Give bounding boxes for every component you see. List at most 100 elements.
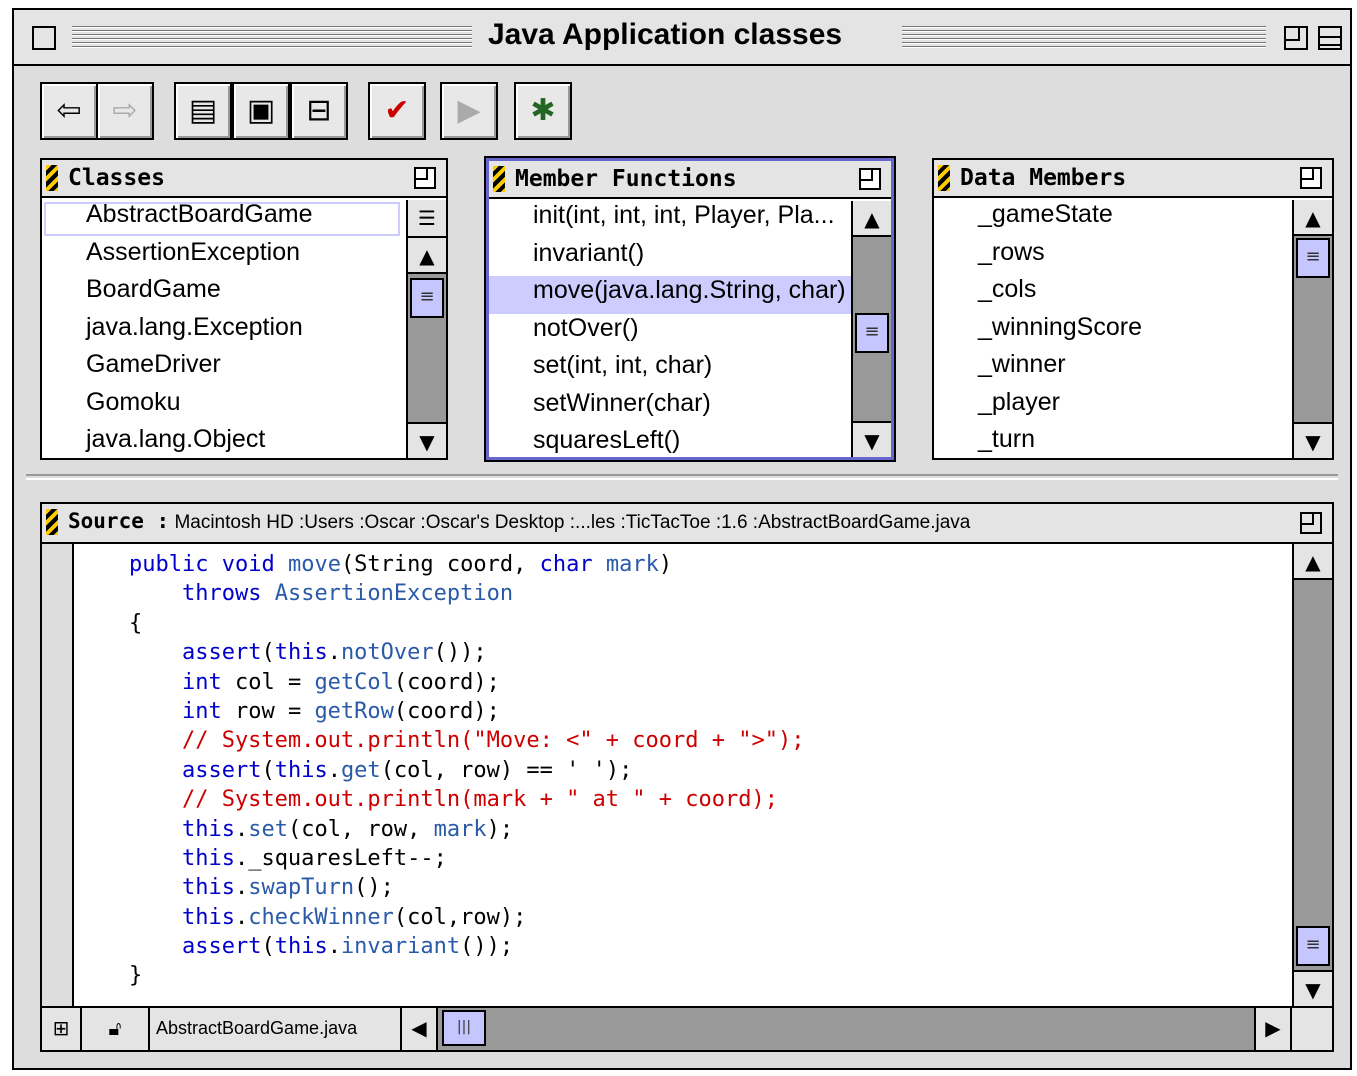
scroll-left-arrow-icon[interactable]: ◀ bbox=[402, 1008, 438, 1050]
classes-title: Classes bbox=[68, 165, 165, 191]
code-line: public void move(String coord, char mark… bbox=[128, 552, 673, 577]
scroll-thumb[interactable]: ≡ bbox=[1296, 238, 1330, 278]
list-item[interactable]: AssertionException bbox=[42, 238, 406, 276]
bug-button[interactable]: ✱ bbox=[514, 82, 572, 140]
code-line: this._squaresLeft--; bbox=[181, 845, 447, 871]
sort-icon[interactable]: ☰ bbox=[408, 200, 446, 238]
list-item[interactable]: java.lang.Exception bbox=[42, 313, 406, 351]
list-item[interactable]: AbstractBoardGame bbox=[42, 200, 402, 238]
source-scrollbar[interactable]: ▲ ≡ ▼ bbox=[1292, 544, 1332, 1006]
list-item[interactable]: GameDriver bbox=[42, 350, 406, 388]
classes-header: Classes bbox=[42, 160, 446, 198]
code-line: assert(this.invariant()); bbox=[181, 934, 514, 960]
list-item[interactable]: _gameState bbox=[934, 200, 1292, 238]
window-title: Java Application classes bbox=[478, 18, 853, 52]
scroll-down-arrow-icon[interactable]: ▼ bbox=[408, 422, 446, 458]
list-item[interactable]: set(int, int, char) bbox=[489, 351, 851, 389]
horizontal-scrollbar[interactable]: ◀ ||| ▶ bbox=[402, 1008, 1290, 1050]
list-item[interactable]: _winner bbox=[934, 350, 1292, 388]
pane-zoom-icon[interactable] bbox=[859, 168, 881, 190]
data-members-list[interactable]: _gameState _rows _cols _winningScore _wi… bbox=[934, 200, 1292, 458]
data-members-pane: Data Members _gameState _rows _cols _win… bbox=[932, 158, 1334, 460]
code-line: assert(this.notOver()); bbox=[181, 640, 487, 666]
member-functions-list[interactable]: init(int, int, int, Player, Pla... invar… bbox=[489, 201, 851, 457]
list-item[interactable]: _cols bbox=[934, 275, 1292, 313]
scroll-up-arrow-icon[interactable]: ▲ bbox=[853, 201, 891, 237]
classes-pane: Classes AbstractBoardGame AssertionExcep… bbox=[40, 158, 448, 460]
list-item[interactable]: _rows bbox=[934, 238, 1292, 276]
scroll-down-arrow-icon[interactable]: ▼ bbox=[853, 421, 891, 457]
list-item[interactable]: setWinner(char) bbox=[489, 389, 851, 427]
list-item[interactable]: BoardGame bbox=[42, 275, 406, 313]
collapse-box[interactable] bbox=[1318, 26, 1342, 50]
browser-window: Java Application classes ⇦ ⇨ ▤ ▣ ⊟ ✔ ▶ ✱… bbox=[12, 8, 1352, 1070]
classes-scrollbar[interactable]: ☰ ▲ ≡ ▼ bbox=[406, 200, 446, 458]
code-line: assert(this.get(col, row) == ' '); bbox=[181, 757, 633, 783]
data-members-scrollbar[interactable]: ▲ ≡ ▼ bbox=[1292, 200, 1332, 458]
pane-splitter[interactable] bbox=[26, 474, 1338, 480]
source-label: Source : bbox=[68, 509, 170, 533]
scroll-up-arrow-icon[interactable]: ▲ bbox=[1294, 544, 1332, 580]
split-view-icon[interactable]: ⊞ bbox=[42, 1008, 82, 1050]
source-path: Macintosh HD :Users :Oscar :Oscar's Desk… bbox=[174, 512, 971, 533]
file-tab[interactable]: AbstractBoardGame.java bbox=[150, 1008, 402, 1050]
pane-zoom-icon[interactable] bbox=[1300, 512, 1322, 534]
scroll-thumb[interactable]: ≡ bbox=[855, 313, 889, 353]
member-functions-title: Member Functions bbox=[515, 166, 737, 192]
scroll-down-arrow-icon[interactable]: ▼ bbox=[1294, 970, 1332, 1006]
classes-list[interactable]: AbstractBoardGame AssertionException Boa… bbox=[42, 200, 406, 458]
list-item[interactable]: squaresLeft() bbox=[489, 426, 851, 457]
list-item[interactable]: invariant() bbox=[489, 239, 851, 277]
list-item[interactable]: Gomoku bbox=[42, 388, 406, 426]
record-icon: ▶ bbox=[457, 93, 481, 128]
source-gutter bbox=[42, 544, 74, 1006]
member-functions-scrollbar[interactable]: ▲ ≡ ▼ bbox=[851, 201, 891, 457]
pane-zoom-icon[interactable] bbox=[1300, 167, 1322, 189]
forward-button[interactable]: ⇨ bbox=[96, 82, 154, 140]
list-item[interactable]: init(int, int, int, Player, Pla... bbox=[489, 201, 851, 239]
scroll-thumb[interactable]: ≡ bbox=[410, 278, 444, 318]
pane-grip-icon[interactable] bbox=[493, 166, 505, 192]
scroll-down-arrow-icon[interactable]: ▼ bbox=[1294, 422, 1332, 458]
source-pane: Source : Macintosh HD :Users :Oscar :Osc… bbox=[40, 502, 1334, 1052]
pane-grip-icon[interactable] bbox=[46, 509, 58, 535]
data-members-header: Data Members bbox=[934, 160, 1332, 198]
class-browser-icon: ▤ bbox=[188, 93, 218, 128]
member-functions-header: Member Functions bbox=[489, 161, 891, 199]
hierarchy-button[interactable]: ▣ bbox=[232, 82, 290, 140]
code-line: // System.out.println("Move: <" + coord … bbox=[76, 728, 805, 754]
arrow-left-icon: ⇦ bbox=[56, 93, 82, 128]
scroll-thumb[interactable]: ≡ bbox=[1296, 926, 1330, 966]
pane-grip-icon[interactable] bbox=[938, 165, 950, 191]
class-browser-button[interactable]: ▤ bbox=[174, 82, 232, 140]
layout-icon: ⊟ bbox=[306, 93, 332, 128]
pane-grip-icon[interactable] bbox=[46, 165, 58, 191]
bug-icon: ✱ bbox=[530, 93, 556, 128]
horizontal-scroll-thumb[interactable]: ||| bbox=[442, 1010, 486, 1046]
list-item[interactable]: java.lang.Object bbox=[42, 425, 406, 458]
code-line: int row = getRow(coord); bbox=[181, 698, 500, 724]
resize-grip-icon[interactable] bbox=[1290, 1006, 1332, 1050]
member-functions-pane: Member Functions init(int, int, int, Pla… bbox=[486, 158, 894, 460]
back-button[interactable]: ⇦ bbox=[40, 82, 98, 140]
scroll-up-arrow-icon[interactable]: ▲ bbox=[408, 238, 446, 274]
pane-zoom-icon[interactable] bbox=[414, 167, 436, 189]
close-box[interactable] bbox=[32, 26, 56, 50]
list-item-selected[interactable]: move(java.lang.String, char) bbox=[489, 276, 851, 314]
title-stripes-left bbox=[72, 24, 472, 50]
source-code[interactable]: public void move(String coord, char mark… bbox=[76, 550, 1290, 1006]
arrow-right-icon: ⇨ bbox=[112, 93, 138, 128]
checklist-icon: ✔ bbox=[384, 93, 410, 128]
layout-button[interactable]: ⊟ bbox=[290, 82, 348, 140]
scroll-right-arrow-icon[interactable]: ▶ bbox=[1254, 1008, 1290, 1050]
list-item[interactable]: _winningScore bbox=[934, 313, 1292, 351]
scroll-up-arrow-icon[interactable]: ▲ bbox=[1294, 200, 1332, 236]
zoom-box[interactable] bbox=[1284, 26, 1308, 50]
record-button[interactable]: ▶ bbox=[440, 82, 498, 140]
list-item[interactable]: notOver() bbox=[489, 314, 851, 352]
title-bar[interactable]: Java Application classes bbox=[14, 10, 1350, 66]
lock-icon[interactable]: 🔓︎ bbox=[82, 1008, 150, 1050]
list-item[interactable]: _turn bbox=[934, 425, 1292, 458]
list-item[interactable]: _player bbox=[934, 388, 1292, 426]
checklist-button[interactable]: ✔ bbox=[368, 82, 426, 140]
